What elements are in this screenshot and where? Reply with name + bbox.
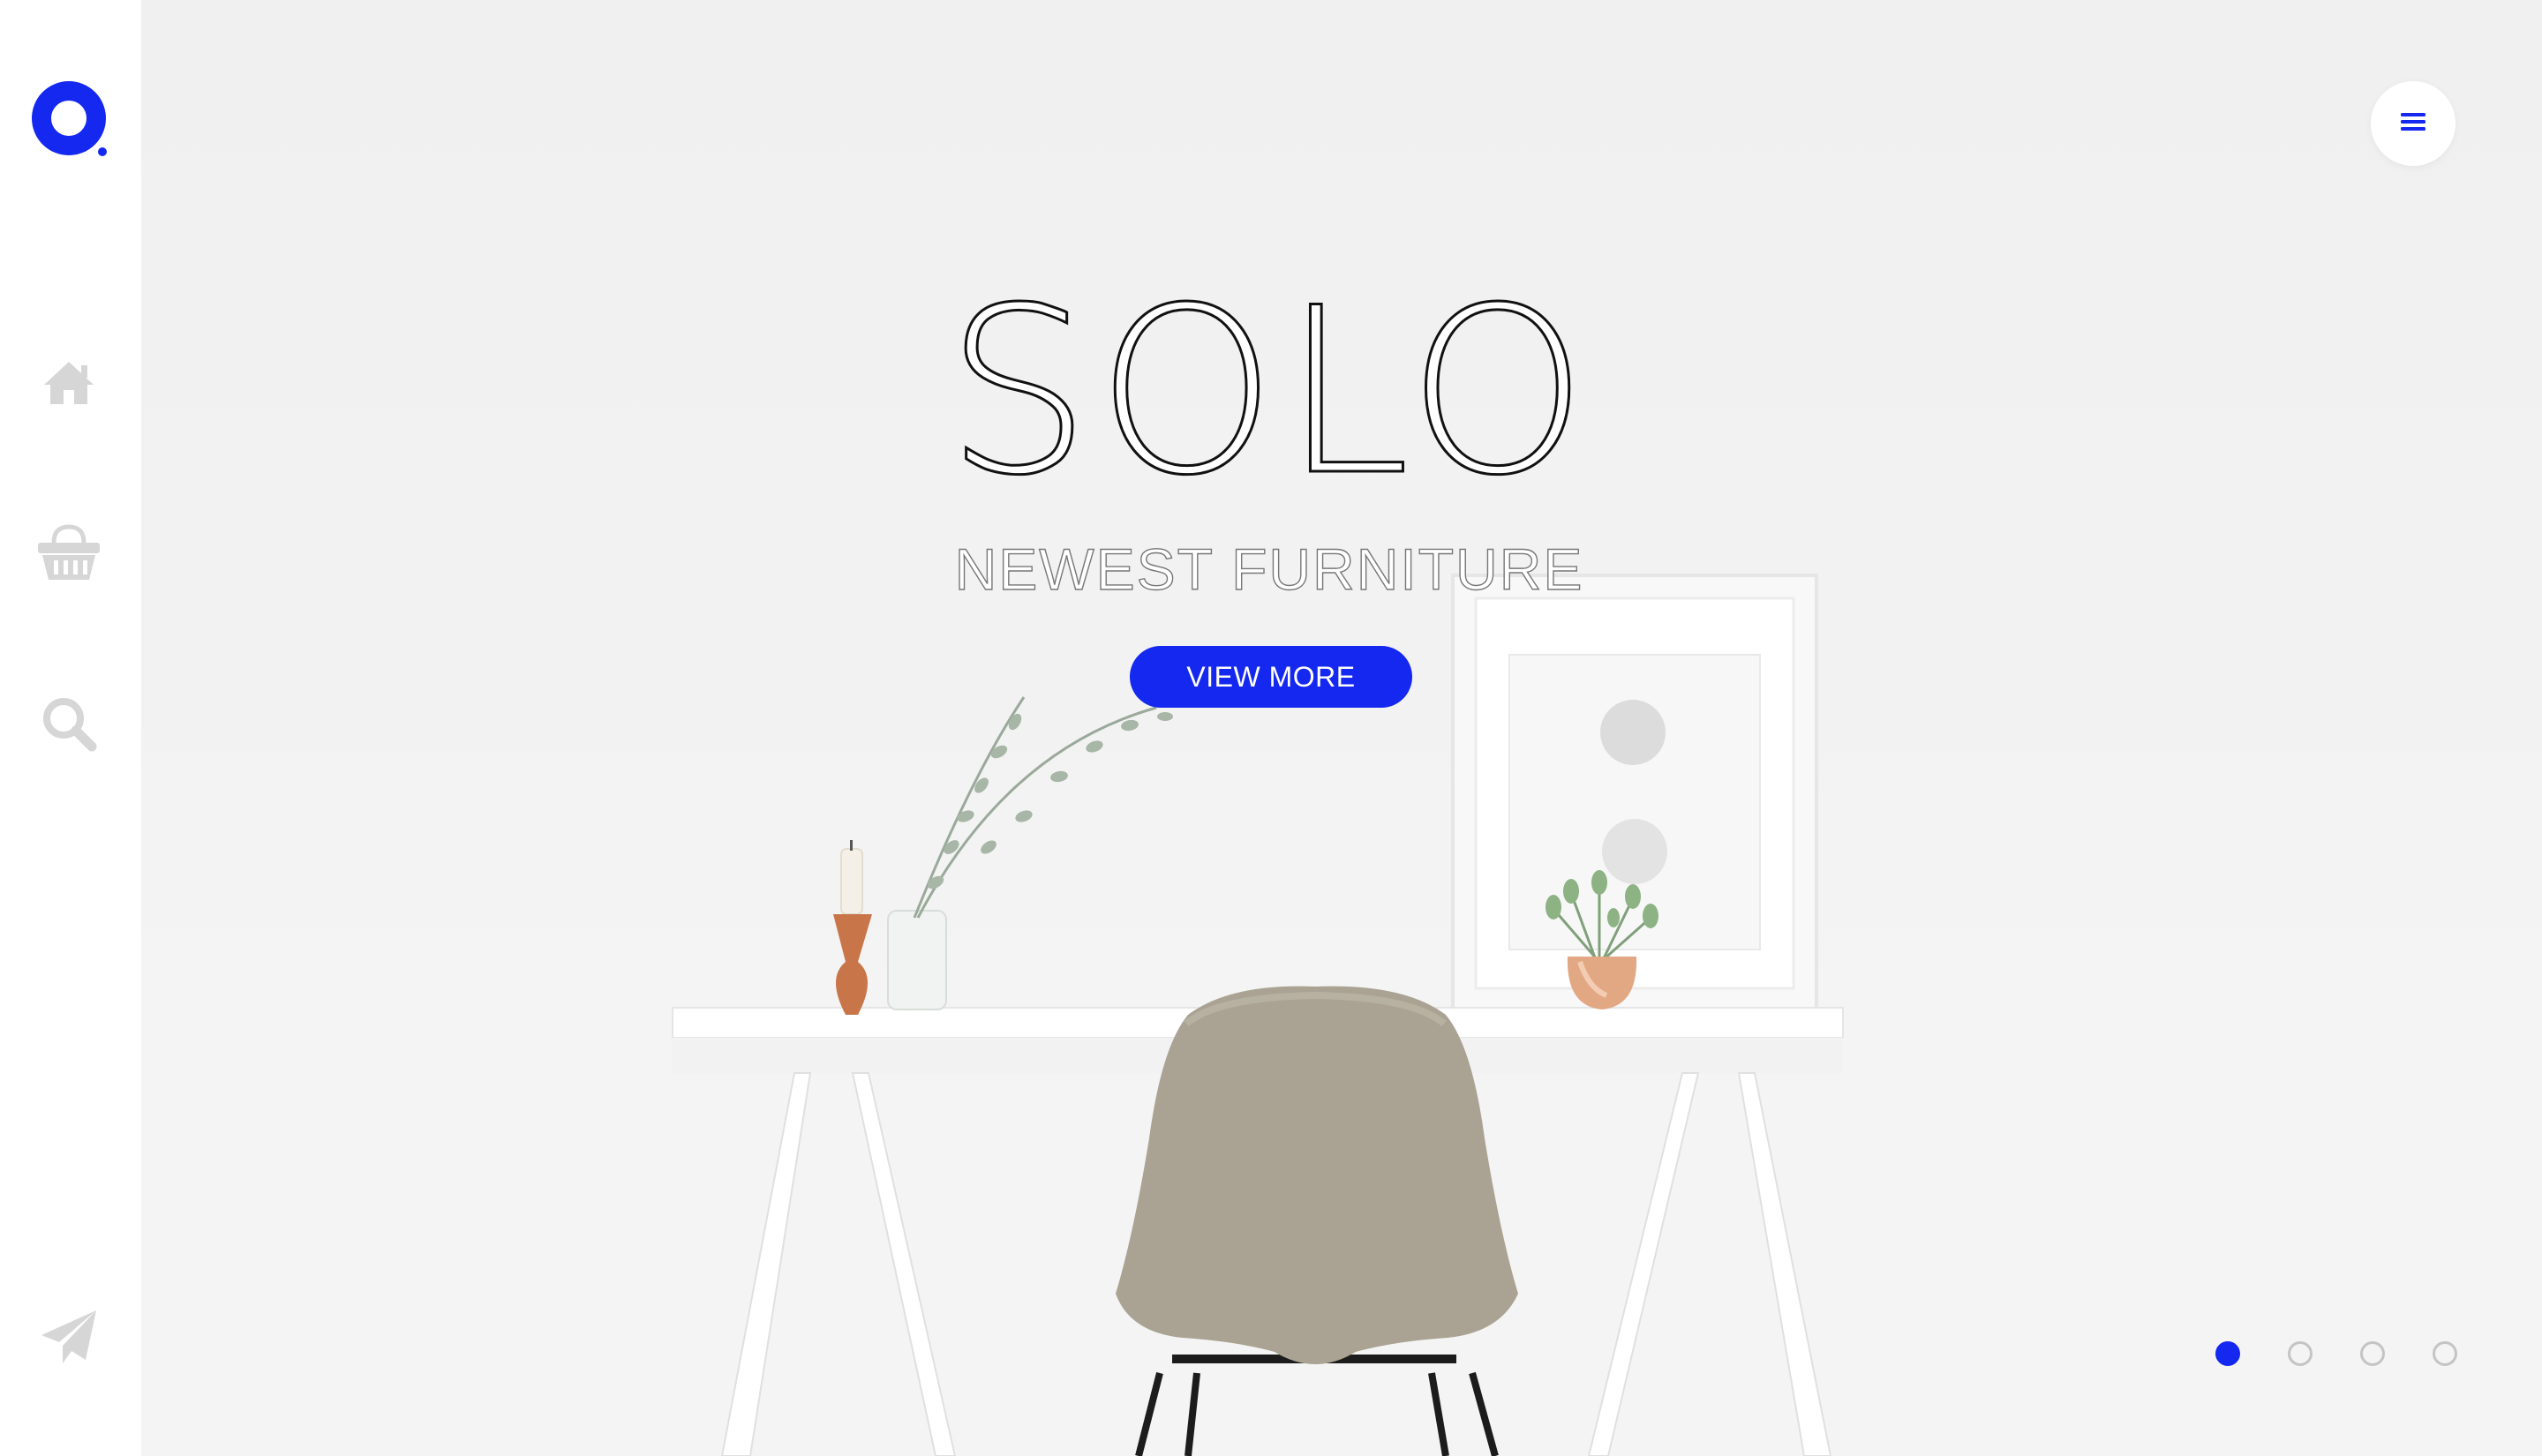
slider-dot-2[interactable] (2288, 1341, 2313, 1366)
sidebar-item-basket[interactable] (35, 521, 102, 588)
hero-background-image (141, 574, 2542, 1456)
slider-dot-1[interactable] (2215, 1341, 2240, 1366)
hamburger-menu-icon (2401, 111, 2425, 137)
hero-title: SOLO (944, 259, 1593, 526)
sidebar (0, 0, 141, 1456)
sidebar-item-home[interactable] (35, 351, 102, 418)
menu-button[interactable] (2371, 81, 2456, 166)
slider-pagination (2215, 1341, 2480, 1368)
hero-subtitle: NEWEST FURNITURE (954, 537, 1584, 602)
home-icon (42, 360, 95, 410)
view-more-button[interactable]: VIEW MORE (1130, 646, 1412, 708)
logo-icon[interactable] (32, 81, 108, 157)
slider-dot-4[interactable] (2433, 1341, 2457, 1366)
slider-dot-3[interactable] (2360, 1341, 2385, 1366)
sidebar-item-send[interactable] (35, 1306, 102, 1373)
hero-section: SOLO NEWEST FURNITURE VIEW MORE (141, 0, 2542, 1456)
basket-icon (36, 523, 102, 586)
candle-holder (833, 840, 872, 1015)
page: SOLO NEWEST FURNITURE VIEW MORE (0, 0, 2542, 1456)
picture-frame (1451, 574, 1818, 1013)
search-icon (41, 695, 97, 756)
paper-plane-icon (40, 1309, 98, 1371)
vase-with-plant (887, 696, 1173, 1010)
sidebar-item-search[interactable] (35, 692, 102, 759)
